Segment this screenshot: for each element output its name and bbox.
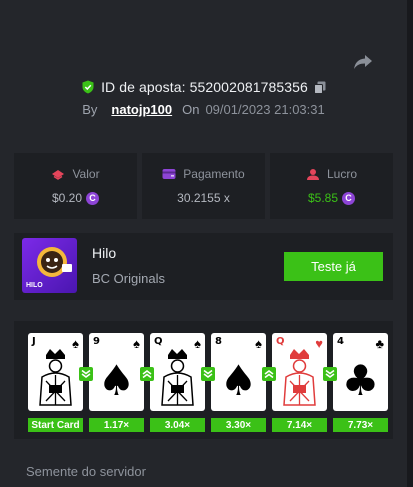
game-title: Hilo — [92, 245, 117, 261]
server-seed-label: Semente do servidor — [26, 464, 146, 479]
svg-text:♠: ♠ — [98, 356, 136, 405]
try-game-button[interactable]: Teste já — [284, 252, 383, 281]
bet-id-value: 552002081785356 — [189, 79, 308, 95]
face-card-art-icon — [161, 349, 194, 406]
by-label: By — [82, 102, 98, 117]
stat-lucro: Lucro $5.85 C — [270, 153, 393, 219]
game-thumbnail[interactable]: HILO — [22, 238, 77, 293]
face-card-art-icon — [283, 349, 316, 406]
right-edge — [407, 0, 413, 487]
svg-text:♣: ♣ — [342, 356, 380, 405]
stat-pagamento-label: Pagamento — [183, 167, 245, 181]
suit-art-icon: ♠ — [220, 356, 258, 405]
start-card-label: Start Card — [28, 418, 83, 432]
stat-pagamento-value: 30.2155 x — [177, 191, 230, 205]
stat-lucro-value: $5.85 — [307, 191, 339, 205]
multiplier-badge: 7.14× — [272, 418, 327, 432]
bet-author-line: By natojp100 On 09/01/2023 21:03:31 — [0, 102, 407, 117]
suit-art-icon: ♠ — [98, 356, 136, 405]
bet-id-line: ID de aposta: 552002081785356 — [0, 79, 407, 95]
game-provider: BC Originals — [92, 271, 165, 286]
playing-card: J ♠ — [28, 333, 83, 411]
copy-icon — [313, 81, 326, 94]
playing-card: 8 ♠ ♠ — [211, 333, 266, 411]
copy-button[interactable] — [313, 81, 326, 94]
stat-lucro-label: Lucro — [326, 167, 358, 181]
playing-card: Q ♠ — [150, 333, 205, 411]
game-card: HILO Hilo BC Originals Teste já — [14, 233, 393, 300]
lower-arrow-icon — [201, 367, 215, 381]
share-button[interactable] — [351, 52, 375, 72]
bet-datetime: 09/01/2023 21:03:31 — [205, 102, 325, 117]
bet-id-label: ID de aposta: — [101, 79, 186, 95]
svg-text:♠: ♠ — [220, 356, 258, 405]
stat-valor-value: $0.20 — [51, 191, 83, 205]
coin-icon: C — [86, 191, 100, 205]
multiplier-badge: 3.30× — [211, 418, 266, 432]
wallet-icon — [162, 169, 176, 179]
share-icon — [354, 55, 372, 69]
higher-arrow-icon — [262, 367, 276, 381]
playing-card: 9 ♠ ♠ — [89, 333, 144, 411]
coins-icon — [52, 169, 65, 180]
suit-art-icon: ♣ — [342, 356, 380, 405]
playing-card: 4 ♣ ♣ — [333, 333, 388, 411]
multipliers-row: Start Card 1.17× 3.04× 3.30× 7.14× 7.73× — [28, 418, 388, 432]
stat-valor-label: Valor — [72, 167, 100, 181]
face-card-art-icon — [39, 349, 72, 406]
hilo-result-panel: J ♠ 9 ♠ ♠ Q ♠ 8 ♠ ♠ Q ♥ 4 ♣ ♣ Start Card 1.17× 3.04× 3.30… — [14, 321, 393, 439]
profit-icon — [306, 168, 319, 180]
stat-valor: Valor $0.20 C — [14, 153, 137, 219]
on-label: On — [182, 102, 200, 117]
bet-stats: Valor $0.20 C Pagamento 30.2155 x Lucro — [14, 153, 393, 219]
lower-arrow-icon — [323, 367, 337, 381]
playing-card: Q ♥ — [272, 333, 327, 411]
multiplier-badge: 7.73× — [333, 418, 388, 432]
game-thumb-label: HILO — [26, 282, 43, 289]
multiplier-badge: 3.04× — [150, 418, 205, 432]
verified-shield-icon — [82, 80, 94, 94]
stat-pagamento: Pagamento 30.2155 x — [142, 153, 265, 219]
higher-arrow-icon — [140, 367, 154, 381]
username-link[interactable]: natojp100 — [111, 102, 172, 117]
coin-icon: C — [342, 191, 356, 205]
lower-arrow-icon — [79, 367, 93, 381]
multiplier-badge: 1.17× — [89, 418, 144, 432]
